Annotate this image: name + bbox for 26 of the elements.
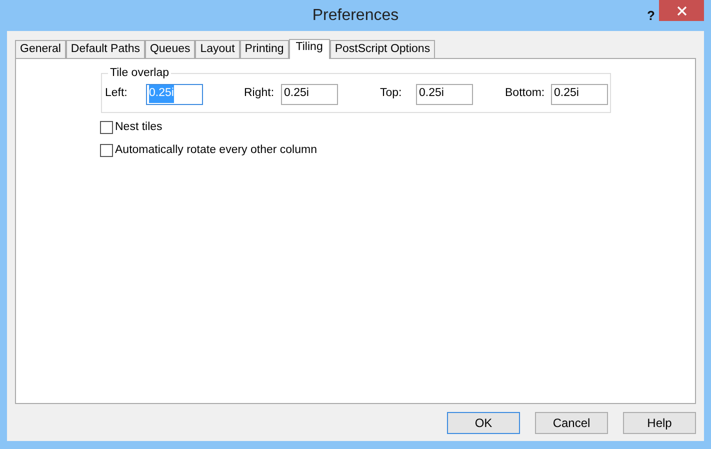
checkbox-option[interactable]: Automatically rotate every other column xyxy=(100,142,695,160)
tab[interactable]: Layout xyxy=(195,40,240,58)
field-label: Left: xyxy=(105,86,128,102)
input-field[interactable]: 0.25i xyxy=(281,84,338,104)
input-field[interactable]: 0.25i xyxy=(551,84,608,104)
tab[interactable]: Queues xyxy=(144,40,196,58)
tab[interactable]: Tiling xyxy=(288,39,330,59)
tab[interactable]: Printing xyxy=(240,40,289,58)
dialog-button[interactable]: Cancel xyxy=(535,412,608,434)
tab[interactable]: PostScript Options xyxy=(330,40,436,58)
tab[interactable]: General xyxy=(15,40,66,58)
checkbox[interactable] xyxy=(100,144,113,158)
group-title: Tile overlap xyxy=(108,66,172,80)
field-label: Top: xyxy=(380,86,403,102)
close-button[interactable] xyxy=(659,0,704,21)
field-label: Right: xyxy=(244,86,276,102)
tab[interactable]: Default Paths xyxy=(66,40,145,58)
close-icon xyxy=(676,6,686,16)
checkbox[interactable] xyxy=(100,121,113,134)
checkbox-option[interactable]: Nest tiles xyxy=(100,119,695,136)
dialog-button[interactable]: OK xyxy=(447,412,520,434)
dialog-button[interactable]: Help xyxy=(623,412,696,434)
input-field[interactable]: 0.25i xyxy=(416,84,473,104)
field-label: Bottom: xyxy=(505,86,546,102)
help-button[interactable]: ? xyxy=(647,6,655,26)
window-title: Preferences xyxy=(312,6,399,26)
